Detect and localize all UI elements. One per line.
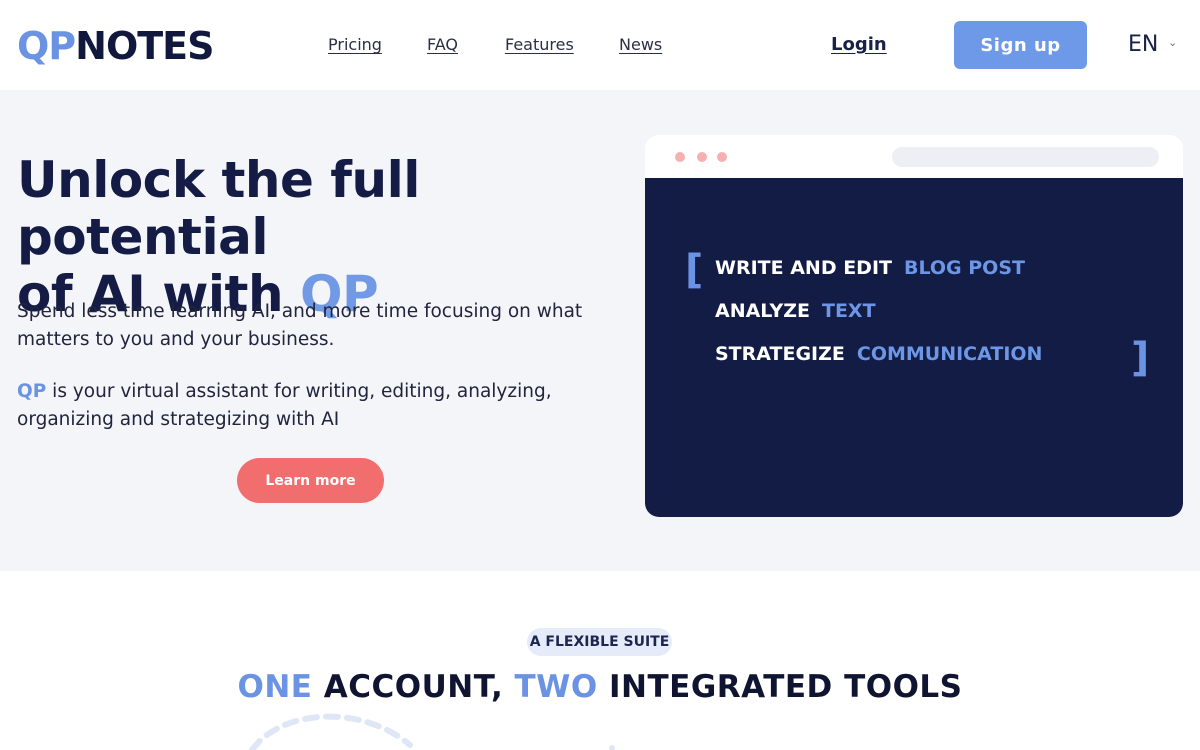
section-title-account: ACCOUNT, xyxy=(312,669,515,705)
site-header: QPNOTES Pricing FAQ Features News Login … xyxy=(0,0,1200,90)
hero-description: Spend less time learning AI, and more ti… xyxy=(17,301,583,350)
section-title-two: TWO xyxy=(514,669,598,705)
capability-action: ANALYZE xyxy=(715,300,810,322)
window-address-bar xyxy=(892,147,1159,167)
logo-part-notes: NOTES xyxy=(75,24,214,68)
login-link[interactable]: Login xyxy=(831,34,887,56)
hero-brand-mention: QP xyxy=(17,381,47,402)
capability-row: ANALYZE TEXT xyxy=(715,299,876,323)
capability-object: TEXT xyxy=(821,300,876,322)
logo[interactable]: QPNOTES xyxy=(17,24,215,68)
hero-title-line1: Unlock the full potential xyxy=(17,151,420,266)
section-title-tools: INTEGRATED TOOLS xyxy=(597,669,963,705)
language-selector[interactable]: EN xyxy=(1128,32,1158,58)
nav-link-news[interactable]: News xyxy=(619,35,662,55)
capability-row: WRITE AND EDIT BLOG POST xyxy=(715,256,1025,280)
logo-part-qp: QP xyxy=(17,24,76,68)
app-mockup-window: [ WRITE AND EDIT BLOG POST ANALYZE TEXT ST… xyxy=(645,135,1183,517)
window-content: [ WRITE AND EDIT BLOG POST ANALYZE TEXT ST… xyxy=(645,178,1183,517)
section-title: ONE ACCOUNT, TWO INTEGRATED TOOLS xyxy=(0,668,1200,706)
window-titlebar xyxy=(645,135,1183,178)
capability-action: STRATEGIZE xyxy=(715,343,845,365)
learn-more-button[interactable]: Learn more xyxy=(237,458,384,503)
window-dot-icon xyxy=(675,152,685,162)
capability-object: BLOG POST xyxy=(903,257,1025,279)
section-badge: A FLEXIBLE SUITE xyxy=(527,628,672,656)
capability-action: WRITE AND EDIT xyxy=(715,257,892,279)
window-dot-icon xyxy=(697,152,707,162)
section-title-one: ONE xyxy=(237,669,313,705)
window-dot-icon xyxy=(717,152,727,162)
close-bracket-icon: ] xyxy=(1131,335,1150,381)
chevron-down-icon[interactable]: ⌄ xyxy=(1168,36,1177,49)
hero-subdescription: QP is your virtual assistant for writing… xyxy=(17,378,587,434)
hero-subdescription-text: is your virtual assistant for writing, e… xyxy=(17,381,552,430)
capability-row: STRATEGIZE COMMUNICATION xyxy=(715,342,1042,366)
decorative-dashed-arc-icon xyxy=(249,713,615,750)
open-bracket-icon: [ xyxy=(685,247,704,293)
nav-link-features[interactable]: Features xyxy=(505,35,574,55)
nav-link-pricing[interactable]: Pricing xyxy=(328,35,382,55)
nav-link-faq[interactable]: FAQ xyxy=(427,35,458,55)
hero-section: Unlock the full potential of AI with QP … xyxy=(0,90,1200,571)
signup-button[interactable]: Sign up xyxy=(954,21,1087,69)
capability-object: COMMUNICATION xyxy=(856,343,1043,365)
